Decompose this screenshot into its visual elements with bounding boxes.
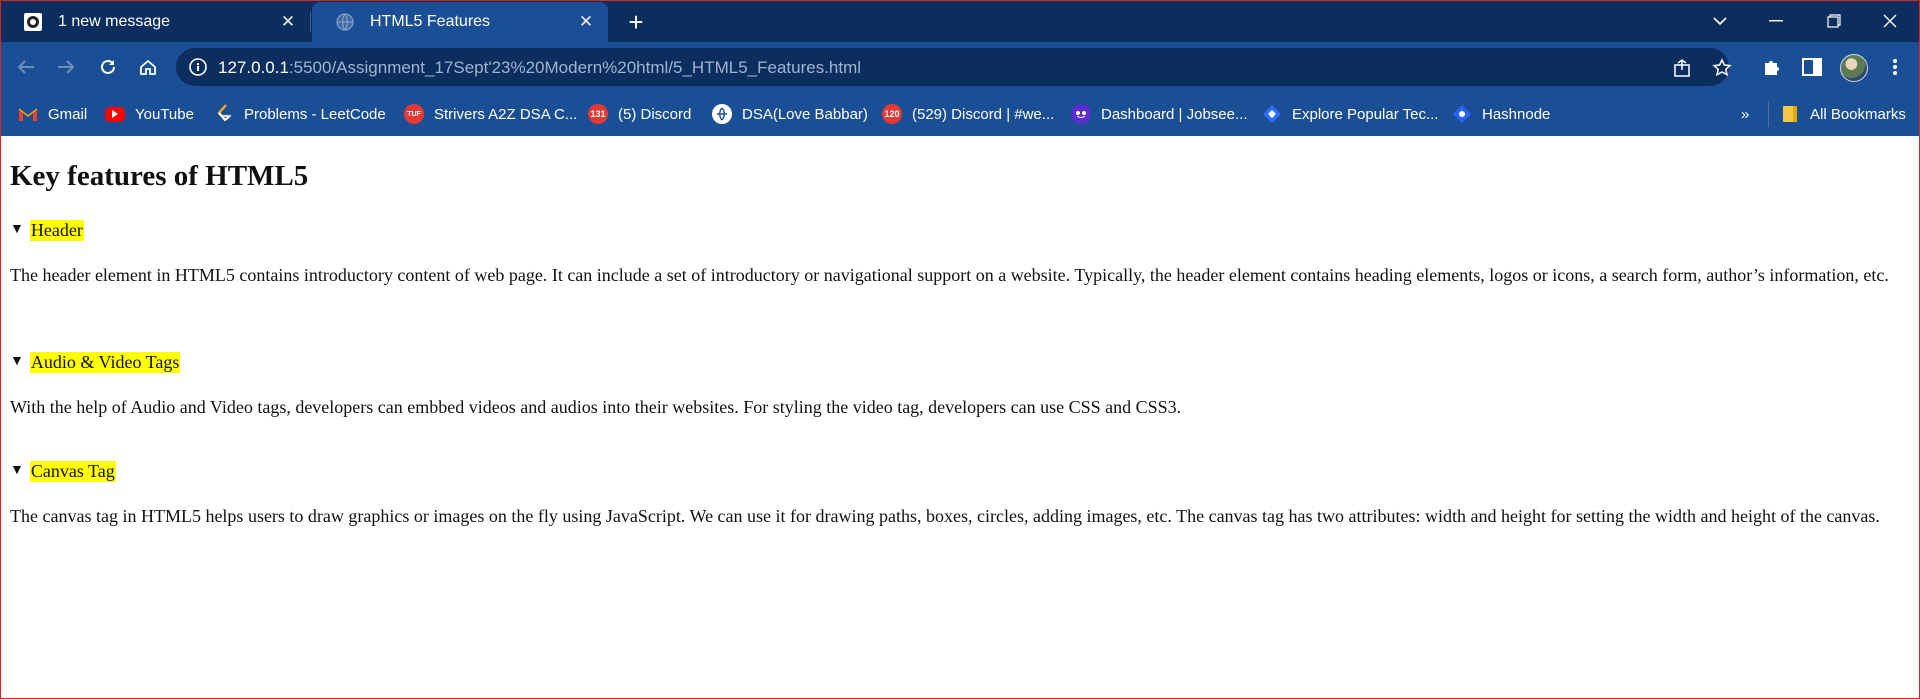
bookmark-label: (5) Discord <box>618 105 692 123</box>
bookmark-discord-529[interactable]: 120 (529) Discord | #we... <box>882 102 1054 126</box>
tab-search-icon[interactable] <box>1700 4 1740 38</box>
disclosure-triangle-icon: ▼ <box>10 222 24 237</box>
bookmark-label: Strivers A2Z DSA C... <box>434 105 578 123</box>
tuf-icon: TUF <box>404 104 424 124</box>
details-summary-header[interactable]: ▼ Header <box>10 218 84 242</box>
disclosure-triangle-icon: ▼ <box>10 354 24 369</box>
page-content: Key features of HTML5 ▼ Header The heade… <box>0 136 1920 699</box>
bookmark-explore[interactable]: Explore Popular Tec... <box>1262 102 1438 126</box>
bookmark-youtube[interactable]: YouTube <box>105 102 194 126</box>
diamond-icon <box>1262 104 1282 124</box>
summary-label: Audio & Video Tags <box>29 351 181 373</box>
info-icon[interactable] <box>188 57 208 77</box>
close-icon[interactable]: ✕ <box>576 12 596 32</box>
summary-label: Header <box>29 219 84 241</box>
back-button[interactable] <box>10 51 42 83</box>
bookmark-gmail[interactable]: Gmail <box>18 102 87 126</box>
bookmark-dsa-love-babbar[interactable]: DSA(Love Babbar) <box>712 102 868 126</box>
url-host: 127.0.0.1 <box>218 58 289 77</box>
bookmark-hashnode[interactable]: Hashnode <box>1452 102 1550 126</box>
close-window-button[interactable] <box>1870 4 1910 38</box>
reload-button[interactable] <box>92 51 124 83</box>
bookmark-label: All Bookmarks <box>1810 105 1906 123</box>
bookmark-discord-5[interactable]: 131 (5) Discord <box>588 102 691 126</box>
tab-strip: 1 new message ✕ HTML5 Features ✕ + <box>0 0 1920 42</box>
bookmark-label: Dashboard | Jobsee... <box>1101 105 1248 123</box>
side-panel-icon[interactable] <box>1799 54 1825 80</box>
bookmark-label: (529) Discord | #we... <box>912 105 1055 123</box>
profile-avatar[interactable] <box>1840 54 1868 82</box>
folder-icon <box>1780 104 1800 124</box>
youtube-icon <box>105 106 125 122</box>
tab-html5-features[interactable]: HTML5 Features ✕ <box>312 2 608 42</box>
details-summary-audio-video[interactable]: ▼ Audio & Video Tags <box>10 350 181 374</box>
discord-icon: 131 <box>588 104 608 124</box>
minimize-button[interactable] <box>1756 4 1796 38</box>
details-text-audio-video: With the help of Audio and Video tags, d… <box>10 397 1182 417</box>
tab-new-message[interactable]: 1 new message ✕ <box>0 2 310 42</box>
all-bookmarks-button[interactable]: All Bookmarks <box>1780 102 1906 126</box>
details-text-canvas: The canvas tag in HTML5 helps users to d… <box>10 506 1880 526</box>
bookmark-label: YouTube <box>135 105 194 123</box>
bookmarks-divider <box>1768 101 1769 127</box>
browser-toolbar: 127.0.0.1:5500/Assignment_17Sept'23%20Mo… <box>0 42 1920 92</box>
bookmark-leetcode[interactable]: Problems - LeetCode <box>214 102 386 126</box>
page-title: Key features of HTML5 <box>10 160 309 192</box>
url-path: :5500/Assignment_17Sept'23%20Modern%20ht… <box>288 58 862 77</box>
tab-title: 1 new message <box>58 13 171 30</box>
gmail-icon <box>18 104 38 124</box>
details-text-header: The header element in HTML5 contains int… <box>10 265 1889 285</box>
bookmark-label: Problems - LeetCode <box>244 105 386 123</box>
summary-label: Canvas Tag <box>29 460 116 482</box>
bookmarks-bar: Gmail YouTube Problems - LeetCode TUF St… <box>0 92 1920 136</box>
bookmark-label: Explore Popular Tec... <box>1292 105 1439 123</box>
bookmark-label: DSA(Love Babbar) <box>742 105 868 123</box>
disclosure-triangle-icon: ▼ <box>10 463 24 478</box>
bookmark-label: Hashnode <box>1482 105 1551 123</box>
bookmark-jobseeker[interactable]: Dashboard | Jobsee... <box>1071 102 1247 126</box>
extensions-puzzle-icon[interactable] <box>1759 54 1785 80</box>
address-bar[interactable]: 127.0.0.1:5500/Assignment_17Sept'23%20Mo… <box>176 48 1732 86</box>
bookmark-label: Gmail <box>48 105 88 123</box>
tab-title: HTML5 Features <box>370 13 491 30</box>
close-icon[interactable]: ✕ <box>278 12 298 32</box>
address-url[interactable]: 127.0.0.1:5500/Assignment_17Sept'23%20Mo… <box>218 58 861 78</box>
home-button[interactable] <box>132 51 164 83</box>
codehelp-icon <box>712 104 732 124</box>
github-cat-icon <box>22 11 44 33</box>
details-summary-canvas[interactable]: ▼ Canvas Tag <box>10 459 116 483</box>
jobseeker-icon <box>1071 104 1091 124</box>
discord-icon: 120 <box>882 104 902 124</box>
hashnode-icon <box>1452 104 1472 124</box>
restore-button[interactable] <box>1814 4 1854 38</box>
tab-divider <box>310 12 311 32</box>
menu-kebab-icon[interactable] <box>1882 54 1908 80</box>
bookmark-strivers[interactable]: TUF Strivers A2Z DSA C... <box>404 102 577 126</box>
globe-icon <box>334 11 356 33</box>
forward-button[interactable] <box>50 51 82 83</box>
bookmarks-overflow-button[interactable]: » <box>1741 102 1749 126</box>
new-tab-button[interactable]: + <box>622 7 650 37</box>
share-icon[interactable] <box>1670 56 1694 80</box>
leetcode-icon <box>214 104 234 124</box>
bookmark-star-icon[interactable] <box>1710 56 1734 80</box>
